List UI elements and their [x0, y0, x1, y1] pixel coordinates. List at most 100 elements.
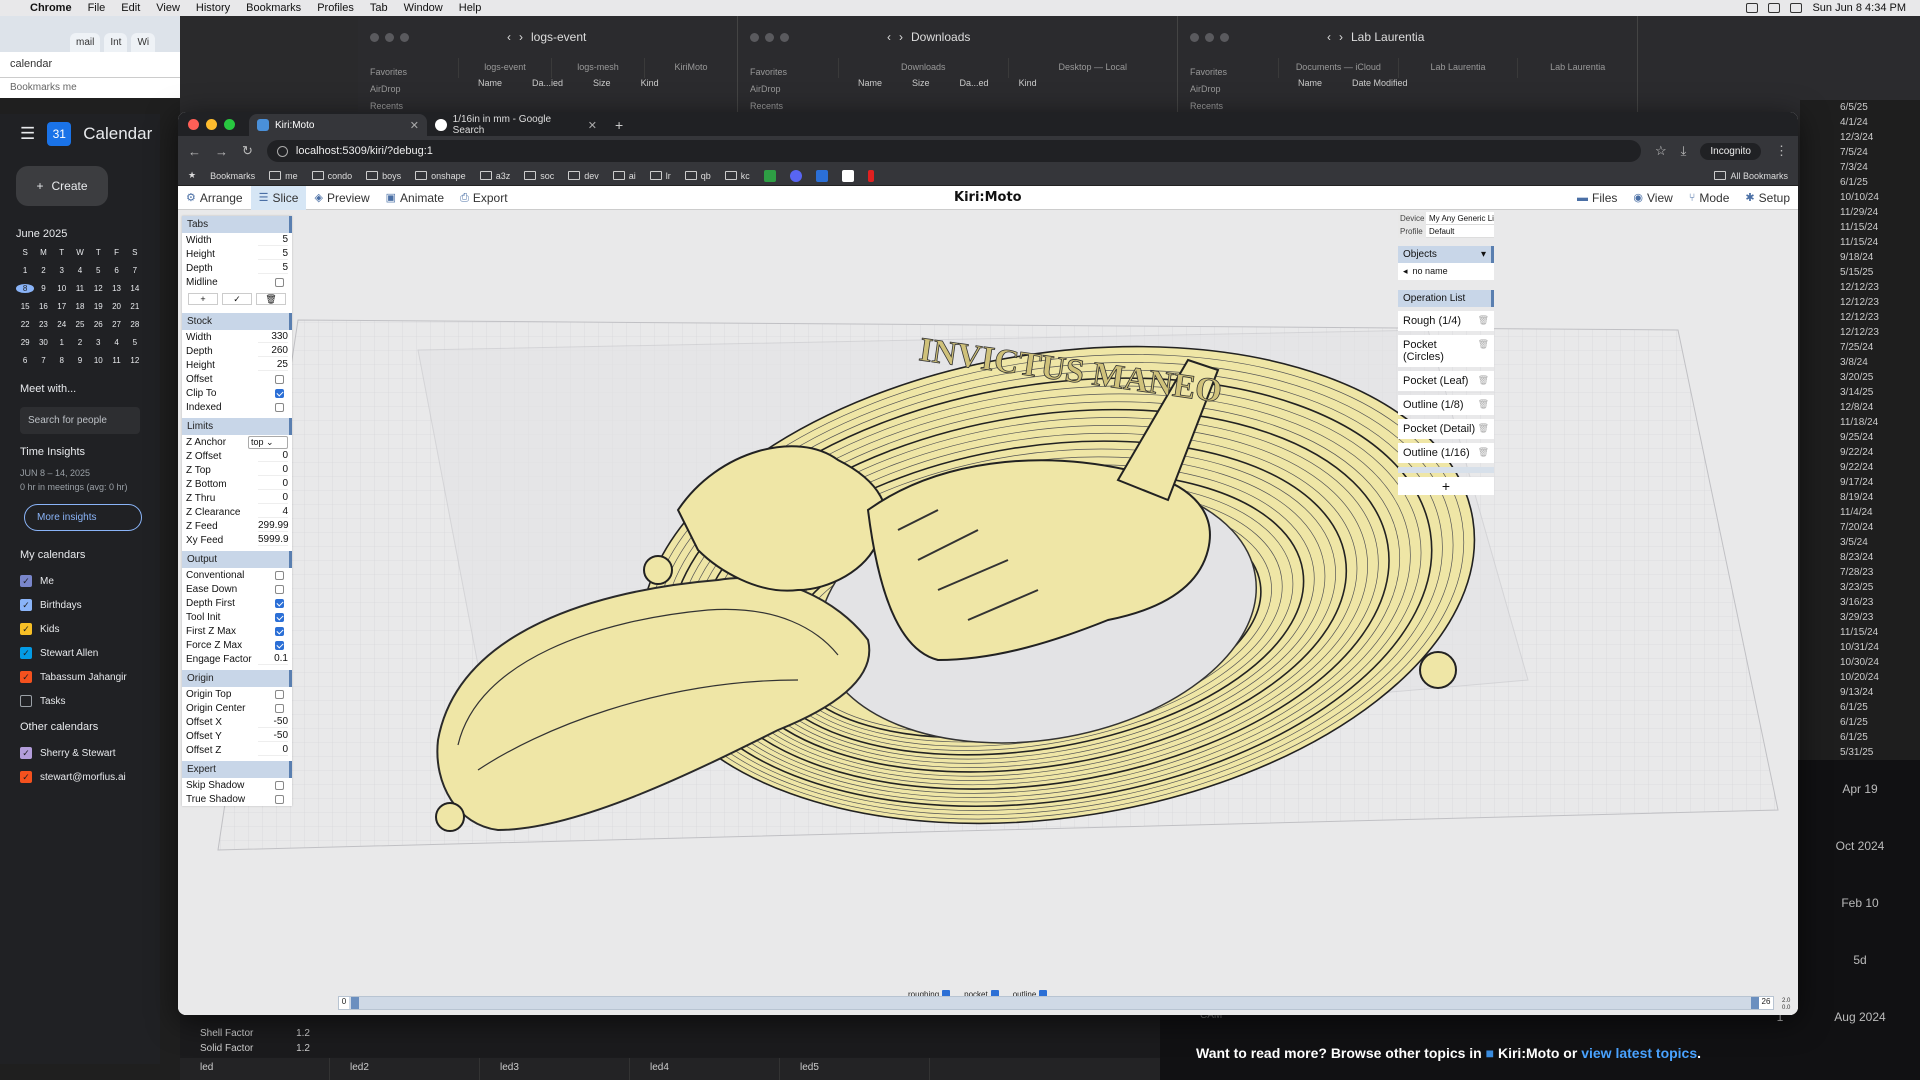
offset-y-input[interactable]: -50 [258, 730, 288, 742]
finder-column-header[interactable]: Name [478, 78, 502, 96]
origin-center-checkbox[interactable] [275, 703, 284, 713]
finder-back-icon[interactable]: ‹ [1327, 30, 1331, 44]
mini-day[interactable]: 7 [126, 266, 144, 275]
bookmark-discord-icon[interactable] [789, 169, 802, 182]
mini-day[interactable]: 30 [34, 338, 52, 347]
z-offset-input[interactable]: 0 [258, 450, 288, 462]
files-button[interactable]: ▬ Files [1569, 186, 1625, 210]
finder-forward-icon[interactable]: › [899, 30, 903, 44]
control-center-icon[interactable] [1790, 3, 1803, 13]
menu-bookmarks[interactable]: Bookmarks [238, 2, 309, 14]
other-calendars-heading[interactable]: Other calendars [0, 713, 160, 741]
trash-icon[interactable]: 🗑 [1478, 423, 1489, 435]
ease-down-checkbox[interactable] [275, 584, 284, 594]
mini-day[interactable]: 14 [126, 284, 144, 293]
bg-widget-tab[interactable]: led5 [780, 1058, 930, 1080]
airdrop-item[interactable]: AirDrop [370, 81, 446, 98]
calendar-checkbox[interactable]: ✓ [20, 747, 32, 759]
calendar-checkbox[interactable]: ✓ [20, 599, 32, 611]
calendar-checkbox[interactable] [20, 695, 32, 707]
close-tab-icon[interactable]: ✕ [410, 119, 419, 132]
true-shadow-checkbox[interactable] [275, 794, 284, 804]
airdrop-item[interactable]: AirDrop [750, 81, 826, 98]
finder-column-header[interactable]: Kind [1019, 78, 1037, 96]
mini-day[interactable]: 2 [71, 338, 89, 347]
all-bookmarks-folder[interactable]: All Bookmarks [1714, 171, 1788, 181]
trash-icon[interactable]: 🗑 [1478, 399, 1489, 411]
finder-forward-icon[interactable]: › [1339, 30, 1343, 44]
calendar-checkbox[interactable]: ✓ [20, 671, 32, 683]
more-insights-button[interactable]: More insights [24, 504, 142, 531]
delete-tab-button[interactable]: 🗑 [256, 293, 286, 305]
done-tab-button[interactable]: ✓ [222, 293, 252, 305]
mini-day[interactable]: 22 [16, 320, 34, 329]
site-info-icon[interactable] [276, 145, 288, 157]
midline-checkbox[interactable] [275, 277, 284, 287]
mini-day[interactable]: 12 [126, 356, 144, 365]
mini-day[interactable]: 27 [107, 320, 125, 329]
indexed-checkbox[interactable] [275, 402, 284, 412]
reload-icon[interactable]: ↻ [242, 143, 253, 159]
finder-tab[interactable]: KiriMoto [644, 58, 737, 78]
calendar-checkbox[interactable]: ✓ [20, 647, 32, 659]
bookmark-folder-me[interactable]: me [269, 171, 298, 181]
zoom-window-button[interactable] [224, 118, 235, 130]
tabs-depth-input[interactable]: 5 [258, 262, 288, 274]
offset-z-input[interactable]: 0 [258, 744, 288, 756]
mini-day[interactable]: 18 [71, 302, 89, 311]
force-zmax-checkbox[interactable] [275, 640, 284, 650]
finder-tab[interactable]: Desktop — Local [1007, 58, 1178, 78]
menu-window[interactable]: Window [396, 2, 451, 14]
finder-column-header[interactable]: Da...ied [532, 78, 563, 96]
z-clearance-input[interactable]: 4 [258, 506, 288, 518]
airdrop-item[interactable]: AirDrop [1190, 81, 1266, 98]
export-button[interactable]: ⎙ Export [452, 186, 516, 210]
bookmark-amazon-icon[interactable] [841, 169, 854, 182]
mini-day[interactable]: 20 [107, 302, 125, 311]
xy-feed-input[interactable]: 5999.9 [258, 534, 289, 546]
tabs-height-input[interactable]: 5 [258, 248, 288, 260]
menu-app[interactable]: Chrome [22, 2, 80, 14]
3d-viewport[interactable]: INVICTUS MANEO Tabs Width 5 Height 5 Depth… [178, 210, 1798, 1015]
clock[interactable]: Sun Jun 8 4:34 PM [1812, 2, 1906, 14]
bookmark-folder-onshape[interactable]: onshape [415, 171, 466, 181]
battery-icon[interactable] [1746, 3, 1759, 13]
bookmark-folder-dev[interactable]: dev [568, 171, 599, 181]
mini-day[interactable]: 23 [34, 320, 52, 329]
finder-window-controls[interactable] [750, 32, 789, 42]
latest-topics-link[interactable]: view latest topics [1581, 1045, 1697, 1061]
mini-day[interactable]: 9 [34, 284, 52, 293]
calendar-item[interactable]: ✓ Sherry & Stewart [0, 741, 160, 765]
solid-factor-value[interactable]: 1.2 [296, 1043, 310, 1054]
device-value[interactable]: My Any Generic Linux [1426, 214, 1494, 223]
trash-icon[interactable]: 🗑 [1478, 315, 1489, 327]
z-bottom-input[interactable]: 0 [258, 478, 288, 490]
calendar-item[interactable]: ✓ stewart@morfius.ai [0, 765, 160, 789]
finder-column-header[interactable]: Name [858, 78, 882, 96]
mini-day[interactable]: 11 [71, 284, 89, 293]
mini-day[interactable]: 3 [53, 266, 71, 275]
bg-widget-tab[interactable]: led [180, 1058, 330, 1080]
finder-column-header[interactable]: Date Modified [1352, 78, 1408, 96]
mini-day[interactable]: 12 [89, 284, 107, 293]
category-link[interactable]: Kiri:Moto [1498, 1045, 1559, 1061]
engage-factor-input[interactable]: 0.1 [258, 653, 288, 665]
calendar-item[interactable]: ✓ Kids [0, 617, 160, 641]
mini-day[interactable]: 11 [107, 356, 125, 365]
finder-column-header[interactable]: Da...ed [960, 78, 989, 96]
menu-help[interactable]: Help [451, 2, 490, 14]
operation-item[interactable]: Pocket (Leaf) 🗑 [1398, 371, 1494, 391]
mini-day[interactable]: 2 [34, 266, 52, 275]
mini-day[interactable]: 28 [126, 320, 144, 329]
operation-item[interactable]: Outline (1/8) 🗑 [1398, 395, 1494, 415]
operation-item[interactable]: Pocket (Circles) 🗑 [1398, 335, 1494, 367]
clip-to-checkbox[interactable] [275, 388, 284, 398]
z-thru-input[interactable]: 0 [258, 492, 288, 504]
finder-tab[interactable]: Documents — iCloud [1278, 58, 1398, 78]
mini-day[interactable]: 4 [107, 338, 125, 347]
bg-tab[interactable]: Int [104, 33, 128, 52]
bookmark-folder-boys[interactable]: boys [366, 171, 401, 181]
calendar-item[interactable]: ✓ Me [0, 569, 160, 593]
z-feed-input[interactable]: 299.99 [258, 520, 289, 532]
object-item[interactable]: ◂ no name [1398, 263, 1494, 280]
